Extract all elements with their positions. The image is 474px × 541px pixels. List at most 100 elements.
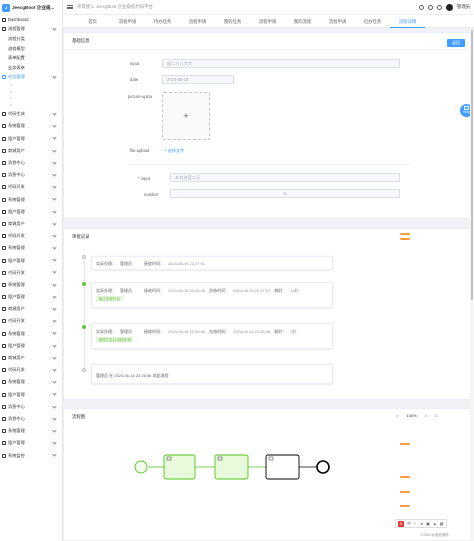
number-label: number	[144, 192, 159, 197]
menu-toggle-icon[interactable]	[67, 5, 73, 9]
tab-item[interactable]: 流程申请	[180, 15, 215, 28]
tab-item[interactable]: 流程申请	[320, 15, 355, 28]
sidebar-item[interactable]: 租户管理	[0, 206, 62, 218]
sidebar-item[interactable]: 系统管理	[0, 193, 62, 205]
fullscreen-icon[interactable]	[436, 4, 442, 10]
sidebar-item[interactable]: 代码开发	[0, 230, 62, 242]
brand[interactable]: J JeecgBoot 企业级...	[0, 0, 62, 15]
ime-shirt-icon[interactable]: ▲	[433, 521, 437, 526]
sidebar-item[interactable]: 任务管理	[0, 73, 62, 83]
flow-start-event	[134, 460, 148, 474]
search-icon[interactable]	[418, 4, 424, 10]
date-picker[interactable]: 2024-06-15	[162, 75, 234, 84]
approval-record-title: 审批记录	[72, 234, 90, 239]
sidebar-item[interactable]: 业务表单	[0, 63, 62, 73]
select-file-link[interactable]: + 选择文件	[164, 148, 184, 154]
input2-field[interactable]: 乡村进度二万	[170, 173, 400, 182]
top-header: 项目接入 JeecgBoot 企业级低代码平台 管理员	[63, 0, 474, 15]
record-cost: 14秒	[290, 288, 299, 293]
sidebar-item[interactable]: 消息中心	[0, 169, 62, 181]
sidebar-item[interactable]: 流程模型	[0, 44, 62, 54]
sidebar-item[interactable]: 代码开发	[0, 364, 62, 376]
sidebar-item[interactable]: 系统监控	[0, 449, 62, 461]
sidebar-item[interactable]: Dashboard	[0, 15, 62, 25]
sidebar-item[interactable]: 代码开发	[0, 315, 62, 327]
ime-grid-icon[interactable]: ▦	[440, 521, 444, 526]
sidebar-item[interactable]: 商城用户	[0, 145, 62, 157]
ime-lang[interactable]: 中	[407, 521, 411, 527]
sidebar-item[interactable]: 消息中心	[0, 157, 62, 169]
sidebar-item[interactable]: 流程分类	[0, 34, 62, 44]
bell-icon[interactable]	[427, 4, 433, 10]
chevron-down-icon	[52, 403, 57, 409]
sidebar-item[interactable]: 系统管理	[0, 120, 62, 132]
tab-item[interactable]: 流程申请	[250, 15, 285, 28]
sidebar-item[interactable]: 系统管理	[0, 279, 62, 291]
side-tool-button[interactable]	[400, 491, 410, 493]
side-tool-button[interactable]	[400, 443, 410, 445]
sidebar-item[interactable]: 租户管理	[0, 437, 62, 449]
sidebar-item-label: 商城用户	[8, 306, 25, 312]
ime-moon-icon[interactable]: ☾	[414, 521, 418, 526]
input-field[interactable]: 留二八八大大	[162, 59, 400, 68]
page-scrollbar[interactable]	[470, 30, 474, 541]
side-tool-button[interactable]	[400, 476, 410, 478]
sidebar-item-label: 系统管理	[8, 123, 25, 129]
sidebar-item[interactable]: 代码开发	[0, 267, 62, 279]
tab-item[interactable]: 已办任务	[355, 15, 390, 28]
tab-item[interactable]: 首页	[75, 15, 110, 28]
breadcrumb: 项目接入 JeecgBoot 企业级低代码平台	[77, 4, 153, 9]
sidebar-item[interactable]: 系统管理	[0, 425, 62, 437]
side-tool-button[interactable]	[400, 238, 410, 240]
input-label: input	[130, 61, 140, 66]
sidebar-item[interactable]: 商城用户	[0, 352, 62, 364]
record-done-time: 2024-06-16 22:27:07	[233, 288, 271, 293]
zoom-out-icon[interactable]: ○	[396, 413, 398, 418]
sidebar-item-label: 代码生成	[8, 111, 25, 117]
chevron-down-icon	[52, 172, 57, 177]
sidebar-item[interactable]: 消息中心	[0, 413, 62, 425]
record-handler: 管理员	[120, 288, 132, 293]
ime-keyboard-icon[interactable]: ▣	[426, 521, 430, 526]
side-tool-button[interactable]	[400, 233, 410, 235]
sidebar-item[interactable]: 商城用户	[0, 218, 62, 230]
picture-upload-plus-icon[interactable]: +	[162, 92, 210, 140]
tab-item[interactable]: 待办任务	[145, 15, 180, 28]
user-name[interactable]: 管理员	[457, 4, 470, 10]
side-tool-button[interactable]	[400, 505, 410, 507]
sidebar-item-label: 流程模型	[8, 45, 25, 51]
record-handler: 管理员	[120, 261, 132, 266]
basic-info-card: 基础信息 返回 input 留二八八大大 date 2024-06-15 pic…	[63, 32, 474, 219]
tab-item[interactable]: 我的流程	[285, 15, 320, 28]
code-icon	[2, 270, 6, 275]
fit-icon[interactable]: □	[435, 413, 437, 418]
sidebar-item[interactable]: 租户管理	[0, 133, 62, 145]
avatar[interactable]	[445, 3, 453, 11]
sidebar-item[interactable]: 租户管理	[0, 340, 62, 352]
zoom-in-icon[interactable]: ○	[425, 413, 427, 418]
ime-mic-icon[interactable]: ●	[421, 521, 423, 526]
sidebar-item[interactable]: 代码开发	[0, 181, 62, 193]
record-done-label: 办结时间：	[209, 329, 230, 334]
sidebar-item-label: 代码开发	[8, 367, 25, 373]
tab-item[interactable]: 流程详情	[390, 15, 425, 28]
gear-icon	[2, 124, 6, 129]
flow-task-node	[214, 454, 249, 480]
tab-item[interactable]: 流程申请	[110, 15, 145, 28]
sidebar-item[interactable]: 系统管理	[0, 242, 62, 254]
sidebar-item[interactable]: 租户管理	[0, 291, 62, 303]
sidebar-item[interactable]: 租户管理	[0, 254, 62, 266]
tab-item[interactable]: 我的任务	[215, 15, 250, 28]
sidebar-item[interactable]: 商城用户	[0, 303, 62, 315]
sidebar-item[interactable]: 租户管理	[0, 388, 62, 400]
sidebar-item-label: 消息中心	[8, 415, 25, 421]
sidebar-item-label: 租户管理	[8, 208, 25, 214]
number-input[interactable]: N	[170, 189, 400, 198]
sidebar-item[interactable]: 消息中心	[0, 401, 62, 413]
sidebar-item[interactable]: 流程管理	[0, 25, 62, 35]
return-button[interactable]: 返回	[447, 39, 465, 47]
sidebar-item[interactable]: 系统管理	[0, 376, 62, 388]
sidebar-item[interactable]: 表单配置	[0, 53, 62, 63]
sidebar-item[interactable]: 系统管理	[0, 328, 62, 340]
sidebar-item[interactable]: 代码生成	[0, 108, 62, 120]
